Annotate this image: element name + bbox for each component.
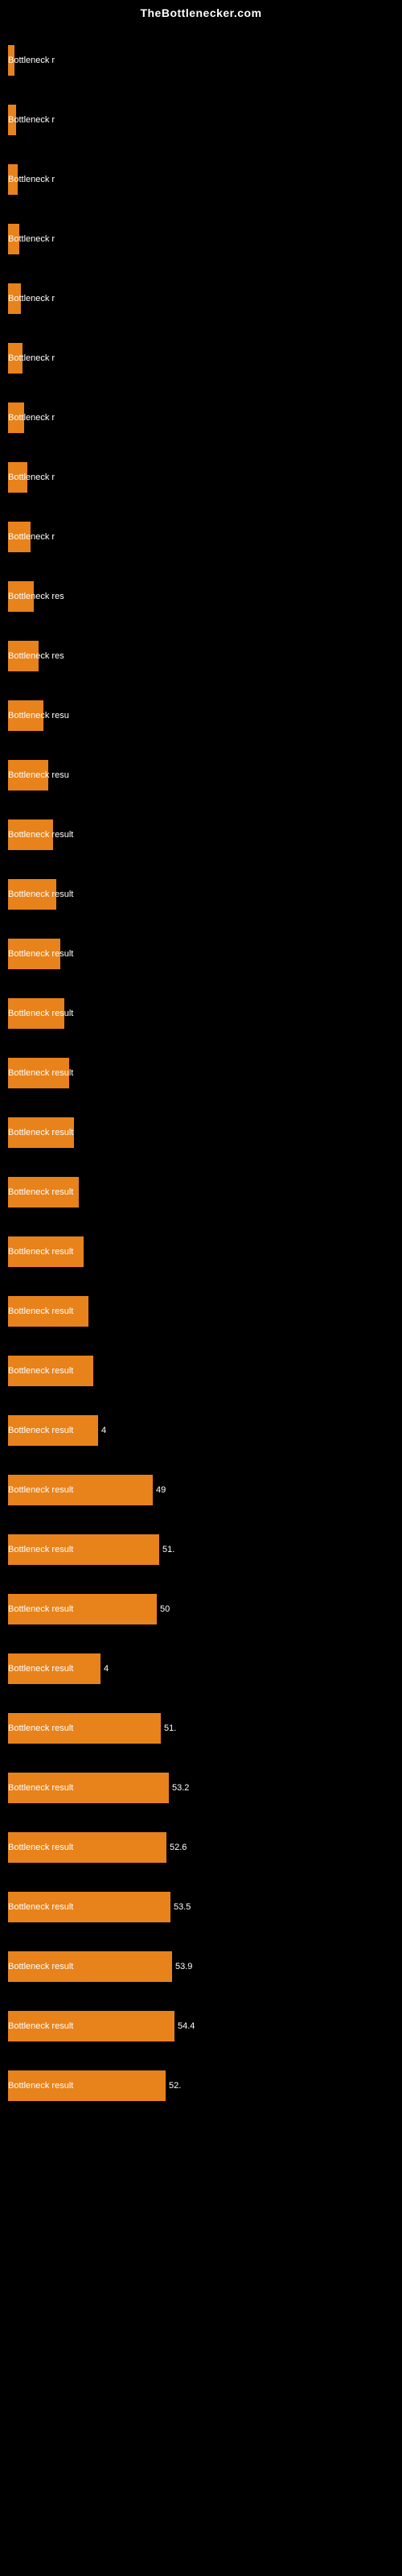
bar-row: Bottleneck r [8,507,386,567]
bar-label: Bottleneck result [8,1962,73,1971]
bar-label: Bottleneck r [8,413,55,423]
bar-label: Bottleneck result [8,2021,73,2031]
bar-row: Bottleneck r [8,328,386,388]
bar-row: Bottleneck result [8,1341,386,1401]
bar-label: Bottleneck result [8,1426,73,1435]
bar-row: Bottleneck result 50 [8,1579,386,1639]
bar-label: Bottleneck result [8,1128,73,1137]
bar-label: Bottleneck result [8,1664,73,1674]
bar-label: Bottleneck r [8,56,55,65]
bar-row: Bottleneck result [8,984,386,1043]
bar-label: Bottleneck result [8,2081,73,2091]
bar-row: Bottleneck r [8,150,386,209]
bar-label: Bottleneck result [8,1843,73,1852]
bar-label: Bottleneck result [8,1366,73,1376]
bar-value: 53.9 [175,1962,192,1971]
bar-row: Bottleneck result 49 [8,1460,386,1520]
bar-label: Bottleneck r [8,294,55,303]
bar-label: Bottleneck result [8,1545,73,1554]
bar-label: Bottleneck result [8,1604,73,1614]
bar-label: Bottleneck r [8,234,55,244]
bar-row: Bottleneck result 53.9 [8,1937,386,1996]
bar-value: 4 [101,1426,106,1435]
bar-row: Bottleneck resu [8,686,386,745]
bar-row: Bottleneck result [8,1162,386,1222]
bar-row: Bottleneck result [8,924,386,984]
chart-area: Bottleneck r Bottleneck r Bottleneck r Bott… [0,23,402,2124]
bar-row: Bottleneck result [8,1043,386,1103]
bar-label: Bottleneck result [8,1187,73,1197]
bar-value: 51. [164,1724,176,1733]
bar-label: Bottleneck result [8,1902,73,1912]
bar-row: Bottleneck r [8,448,386,507]
bar-row: Bottleneck r [8,269,386,328]
bar-value: 54.4 [178,2021,195,2031]
bar-label: Bottleneck result [8,1307,73,1316]
bar-row: Bottleneck result 52.6 [8,1818,386,1877]
bar-row: Bottleneck result [8,865,386,924]
bar-row: Bottleneck result 54.4 [8,1996,386,2056]
bar-value: 52.6 [170,1843,187,1852]
bar-row: Bottleneck r [8,31,386,90]
bar-label: Bottleneck r [8,532,55,542]
bar-row: Bottleneck result 4 [8,1639,386,1699]
bar-row: Bottleneck r [8,388,386,448]
bar-value: 50 [160,1604,170,1614]
bar-label: Bottleneck result [8,890,73,899]
bar-row: Bottleneck result [8,805,386,865]
bar-value: 52. [169,2081,181,2091]
bar-row: Bottleneck result 52. [8,2056,386,2116]
bar-row: Bottleneck result 51. [8,1699,386,1758]
bar-label: Bottleneck result [8,1724,73,1733]
bar-label: Bottleneck res [8,592,64,601]
bar-row: Bottleneck result [8,1222,386,1282]
bar-label: Bottleneck resu [8,711,69,720]
bar-value: 4 [104,1664,109,1674]
bar-value: 49 [156,1485,166,1495]
bar-row: Bottleneck res [8,626,386,686]
bar-row: Bottleneck result [8,1282,386,1341]
bar-row: Bottleneck resu [8,745,386,805]
bar-row: Bottleneck result [8,1103,386,1162]
bar-label: Bottleneck result [8,949,73,959]
bar-label: Bottleneck result [8,1783,73,1793]
bar-label: Bottleneck result [8,1247,73,1257]
bar-label: Bottleneck result [8,1009,73,1018]
bar-label: Bottleneck result [8,830,73,840]
bar-row: Bottleneck r [8,209,386,269]
bar-label: Bottleneck res [8,651,64,661]
bar-row: Bottleneck res [8,567,386,626]
bar-value: 53.5 [174,1902,191,1912]
bar-value: 53.2 [172,1783,189,1793]
bar-label: Bottleneck result [8,1485,73,1495]
bar-label: Bottleneck r [8,175,55,184]
bar-label: Bottleneck r [8,115,55,125]
bar-label: Bottleneck r [8,353,55,363]
bar-row: Bottleneck r [8,90,386,150]
bar-row: Bottleneck result 51. [8,1520,386,1579]
bar-row: Bottleneck result 4 [8,1401,386,1460]
bar-label: Bottleneck resu [8,770,69,780]
bar-label: Bottleneck result [8,1068,73,1078]
bar-value: 51. [162,1545,174,1554]
site-title: TheBottlenecker.com [0,0,402,23]
bar-row: Bottleneck result 53.2 [8,1758,386,1818]
bar-label: Bottleneck r [8,473,55,482]
bar-row: Bottleneck result 53.5 [8,1877,386,1937]
